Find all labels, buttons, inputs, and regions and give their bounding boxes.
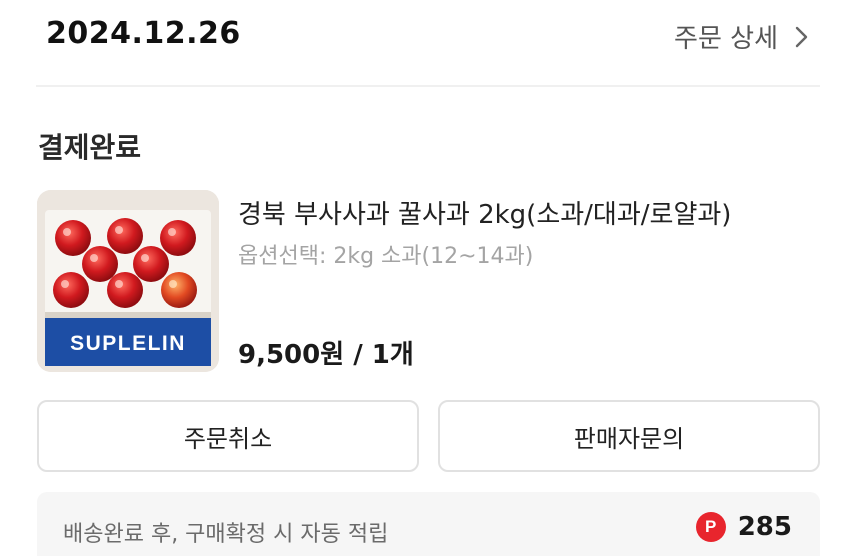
order-date: 2024.12.26 xyxy=(46,16,241,51)
points-info-box: 배송완료 후, 구매확정 시 자동 적립 P 285 xyxy=(37,492,820,556)
point-badge-icon: P xyxy=(695,512,726,542)
product-name[interactable]: 경북 부사사과 꿀사과 2kg(소과/대과/로얄과) xyxy=(238,194,731,231)
product-thumbnail[interactable]: SUPLELIN xyxy=(37,190,219,372)
order-status: 결제완료 xyxy=(38,131,142,164)
product-option: 옵션선택: 2kg 소과(12~14과) xyxy=(238,244,534,269)
apple-box-image: SUPLELIN xyxy=(37,190,219,372)
order-header: 2024.12.26 주문 상세 xyxy=(0,0,856,86)
cancel-order-label: 주문취소 xyxy=(183,424,273,453)
order-detail-link[interactable]: 주문 상세 xyxy=(674,18,812,55)
chevron-right-icon xyxy=(795,26,808,47)
seller-inquiry-button[interactable]: 판매자문의 xyxy=(438,400,820,472)
seller-inquiry-label: 판매자문의 xyxy=(573,424,685,453)
product-price: 9,500원 / 1개 xyxy=(238,340,414,370)
points-amount: P 285 xyxy=(695,512,792,542)
points-description: 배송완료 후, 구매확정 시 자동 적립 xyxy=(63,522,389,547)
header-divider xyxy=(36,85,820,87)
order-detail-label: 주문 상세 xyxy=(674,24,778,54)
points-value: 285 xyxy=(737,512,792,542)
thumbnail-brand-text: SUPLELIN xyxy=(70,332,186,355)
cancel-order-button[interactable]: 주문취소 xyxy=(37,400,419,472)
